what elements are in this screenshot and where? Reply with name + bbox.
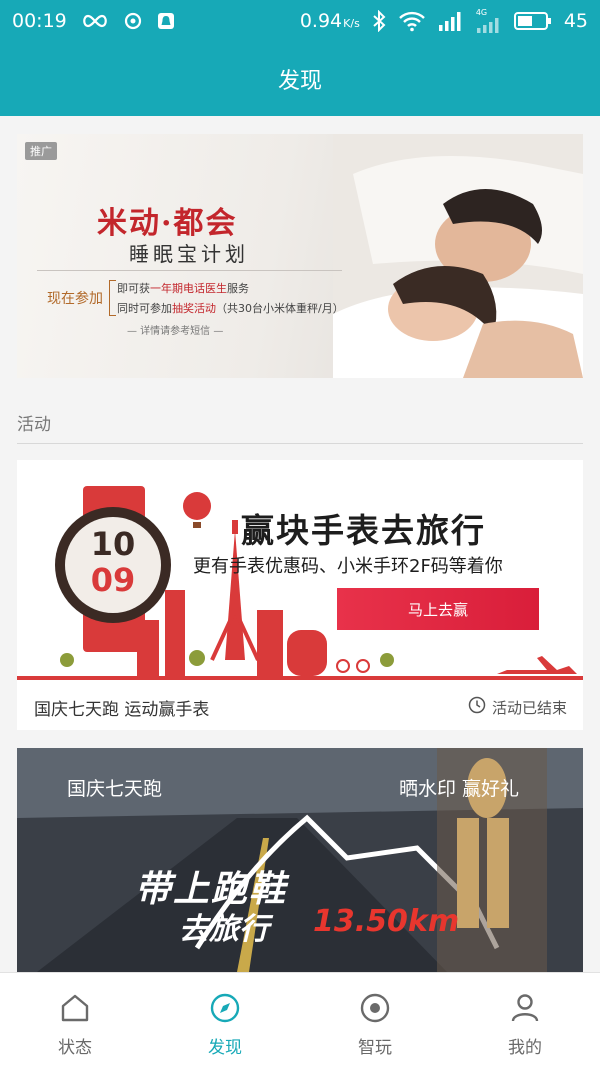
infinity-icon <box>81 13 109 29</box>
couple-sleeping-photo <box>333 134 583 378</box>
promo-divider <box>37 270 342 271</box>
nav-label-status: 状态 <box>58 1038 92 1058</box>
person-icon <box>508 991 542 1025</box>
watch-date-top: 10 <box>90 525 136 563</box>
promo-banner[interactable]: 推广 米动·都会 睡眠宝计划 现在参加 即可获一年期电话医生服务 同时可参加抽奖… <box>17 134 583 378</box>
nav-item-smart-play[interactable]: 智玩 <box>300 973 450 1067</box>
sync-icon <box>123 11 143 31</box>
nav-item-profile[interactable]: 我的 <box>450 973 600 1067</box>
compass-icon <box>208 991 242 1025</box>
activity-card-watch[interactable]: 10 09 赢块手表去旅行 更有手表优惠码、小米手环2F码等着你 马上去赢 国庆… <box>17 460 583 730</box>
bluetooth-icon <box>372 10 386 32</box>
bottom-navigation: 状态 发现 智玩 我的 <box>0 972 600 1067</box>
running-distance: 13.50km <box>313 904 460 939</box>
promo-title: 米动·都会 <box>97 206 238 241</box>
activity-status-text: 活动已结束 <box>491 698 567 717</box>
watch-date-bottom: 09 <box>90 561 136 599</box>
promo-benefit-line-2: 同时可参加抽奖活动（共30台小米体重秤/月） <box>117 302 344 315</box>
app-bar: 发现 <box>0 42 600 116</box>
nav-label-smart-play: 智玩 <box>358 1038 392 1058</box>
activity-status: 活动已结束 <box>468 696 567 718</box>
running-campaign-label: 国庆七天跑 <box>67 778 163 800</box>
nav-item-status[interactable]: 状态 <box>0 973 150 1067</box>
ad-badge: 推广 <box>25 142 57 160</box>
wifi-icon <box>398 10 426 32</box>
promo-footnote: — 详情请参考短信 — <box>127 326 224 337</box>
network-speed: 0.94K/s <box>299 10 360 32</box>
signal-icon <box>438 10 464 32</box>
promo-brace <box>109 280 116 316</box>
nav-label-discover: 发现 <box>208 1038 242 1058</box>
promo-benefit-line-1: 即可获一年期电话医生服务 <box>117 282 249 295</box>
activity-banner-title: 赢块手表去旅行 <box>241 511 486 550</box>
activity-footer: 国庆七天跑 运动赢手表 活动已结束 <box>17 684 583 730</box>
page-title: 发现 <box>277 69 322 94</box>
activity-banner-watch: 10 09 赢块手表去旅行 更有手表优惠码、小米手环2F码等着你 马上去赢 <box>17 460 583 684</box>
activity-banner-subtitle: 更有手表优惠码、小米手环2F码等着你 <box>193 556 503 577</box>
activity-card-running[interactable]: 国庆七天跑 晒水印 赢好礼 带上跑鞋 去旅行 13.50km <box>17 748 583 972</box>
status-time: 00:19 <box>12 10 67 32</box>
nav-label-profile: 我的 <box>508 1038 542 1058</box>
battery-level: 45 <box>563 10 588 32</box>
section-title-activities: 活动 <box>17 415 51 435</box>
promo-subtitle: 睡眠宝计划 <box>129 242 249 266</box>
promo-join-label: 现在参加 <box>47 291 103 307</box>
section-divider <box>17 443 583 444</box>
home-icon <box>58 991 92 1025</box>
clock-icon <box>468 696 486 718</box>
activity-name: 国庆七天跑 运动赢手表 <box>34 699 210 720</box>
win-now-button[interactable]: 马上去赢 <box>337 588 539 630</box>
notification-icon <box>157 12 175 30</box>
status-bar: 00:19 0.94K/s 4G 45 <box>0 0 600 42</box>
battery-icon <box>513 11 552 31</box>
running-watermark-label: 晒水印 赢好礼 <box>399 778 520 800</box>
nav-item-discover[interactable]: 发现 <box>150 973 300 1067</box>
target-icon <box>358 991 392 1025</box>
signal-4g-icon: 4G <box>476 9 502 33</box>
discover-content[interactable]: 推广 米动·都会 睡眠宝计划 现在参加 即可获一年期电话医生服务 同时可参加抽奖… <box>0 116 600 972</box>
running-headline-2: 去旅行 <box>179 912 269 947</box>
